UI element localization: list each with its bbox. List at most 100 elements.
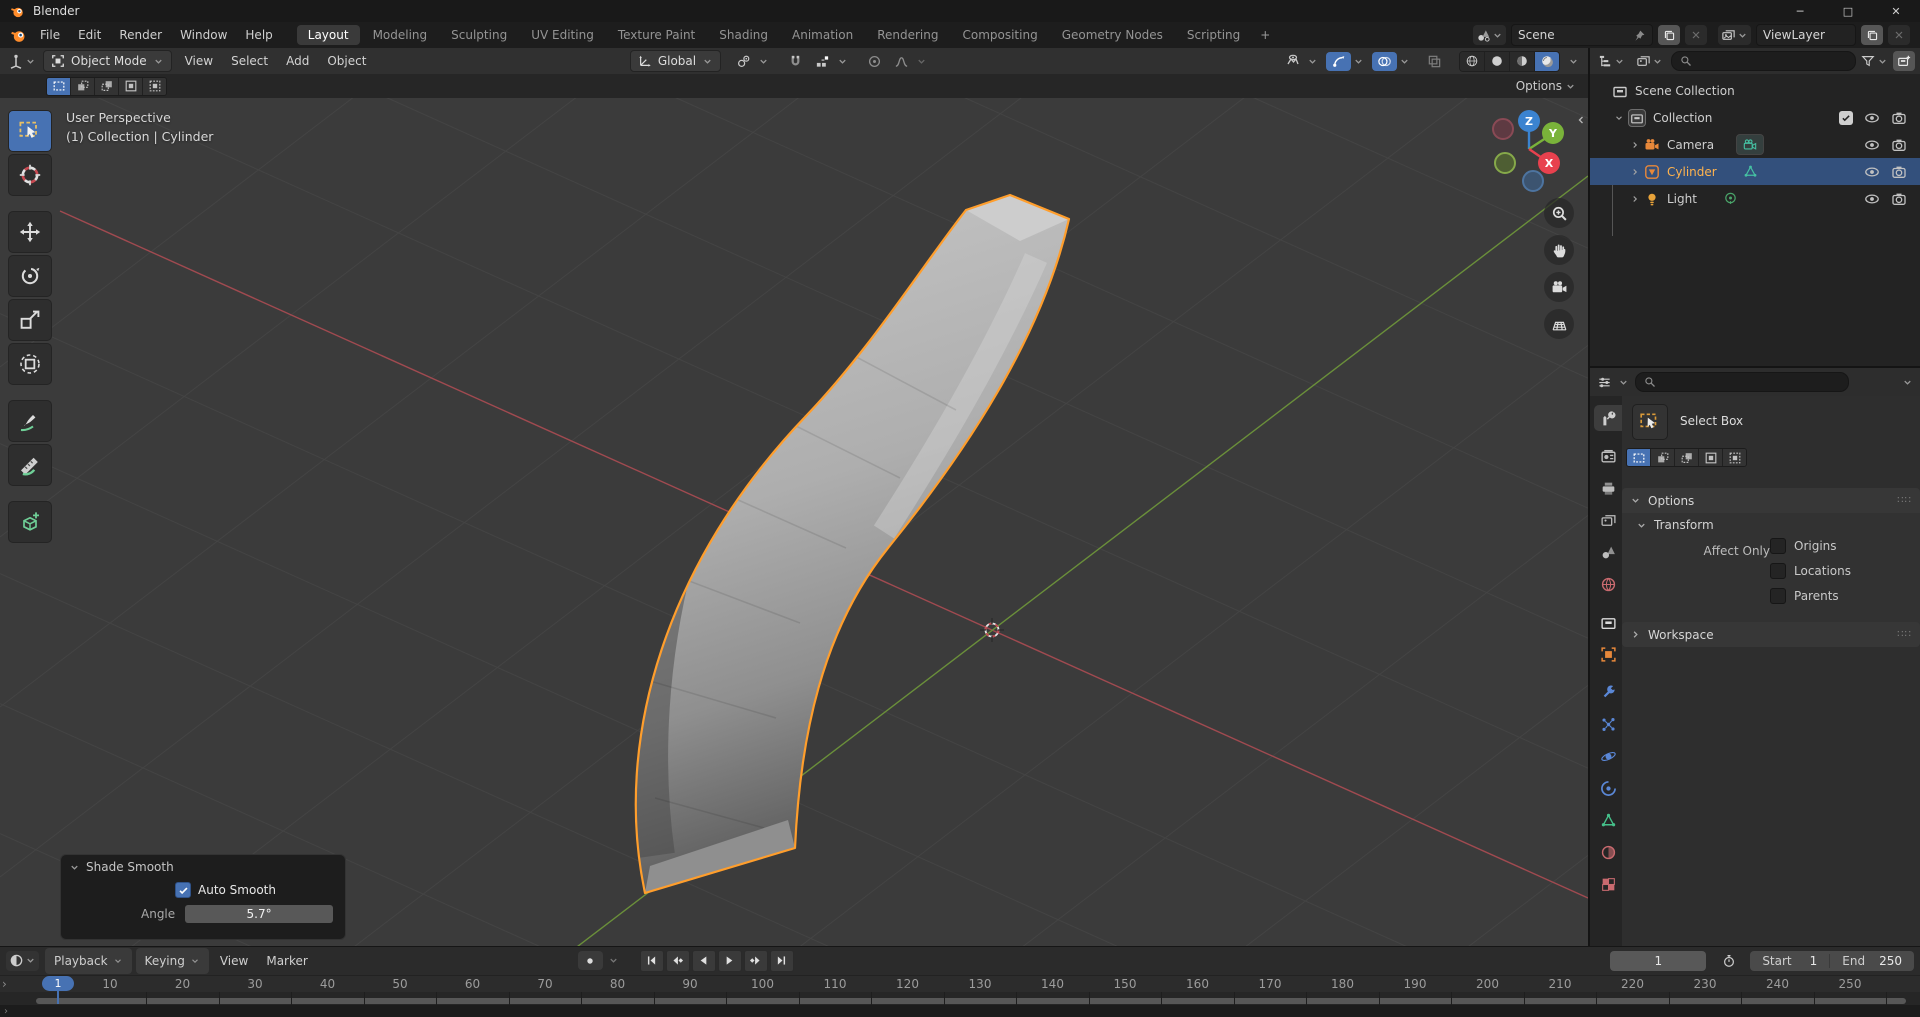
tab-workspace-compositing[interactable]: Compositing xyxy=(951,25,1048,45)
end-frame-field[interactable]: End250 xyxy=(1830,954,1914,968)
preview-range-stopwatch-icon[interactable] xyxy=(1716,951,1741,970)
jump-to-next-keyframe-button[interactable] xyxy=(744,950,768,972)
tab-workspace-sculpting[interactable]: Sculpting xyxy=(440,25,518,45)
tool-move-button[interactable] xyxy=(8,211,52,253)
timeline-scrollbar[interactable] xyxy=(36,998,1906,1004)
chevron-down-icon[interactable] xyxy=(837,56,848,67)
viewport-3d[interactable]: User Perspective (1) Collection | Cylind… xyxy=(0,98,1588,946)
select-mode-subtract-button[interactable] xyxy=(94,78,118,95)
gizmo-axis-neg-y[interactable] xyxy=(1494,152,1516,174)
outliner-row-scene-collection[interactable]: Scene Collection xyxy=(1590,77,1920,104)
gizmos-dropdown[interactable] xyxy=(1326,52,1364,71)
select-mode-subtract-button[interactable] xyxy=(1674,449,1698,466)
viewport-menu-select[interactable]: Select xyxy=(222,54,277,68)
properties-tab-modifiers[interactable] xyxy=(1594,679,1622,705)
new-collection-button[interactable] xyxy=(1893,51,1915,71)
viewport-menu-add[interactable]: Add xyxy=(277,54,318,68)
hide-in-viewport-eye-icon[interactable] xyxy=(1864,110,1880,126)
proportional-editing-icon[interactable] xyxy=(862,52,887,71)
viewlayer-name-field[interactable]: ViewLayer xyxy=(1756,24,1856,46)
options-panel-header[interactable]: Options ∷∷ xyxy=(1622,488,1920,513)
status-expand-chevron-icon[interactable]: › xyxy=(4,1006,8,1017)
hide-in-viewport-eye-icon[interactable] xyxy=(1864,191,1880,207)
expander-right-icon[interactable] xyxy=(1630,167,1644,177)
transform-orientation-dropdown[interactable]: Global xyxy=(630,50,721,72)
properties-tab-physics[interactable] xyxy=(1594,743,1622,769)
pin-icon[interactable] xyxy=(1633,29,1646,42)
nav-toggle-projection-button[interactable] xyxy=(1544,309,1574,339)
expander-down-icon[interactable] xyxy=(1614,113,1628,123)
tool-scale-button[interactable] xyxy=(8,299,52,341)
outliner-row-collection[interactable]: Collection xyxy=(1590,104,1920,131)
menu-file[interactable]: File xyxy=(31,22,69,48)
properties-editor-icon[interactable] xyxy=(1597,375,1612,390)
nav-pan-button[interactable] xyxy=(1544,235,1574,265)
disable-in-renders-camera-icon[interactable] xyxy=(1891,164,1907,180)
pivot-point-dropdown[interactable] xyxy=(731,52,769,71)
gizmo-axis-y[interactable]: Y xyxy=(1542,122,1564,144)
outliner-row-camera[interactable]: Camera xyxy=(1590,131,1920,158)
light-data-icon[interactable] xyxy=(1723,191,1738,206)
snap-target-icon[interactable] xyxy=(810,52,835,71)
menu-render[interactable]: Render xyxy=(110,22,171,48)
gizmo-axis-x[interactable]: X xyxy=(1538,152,1560,174)
viewlayer-browse-button[interactable] xyxy=(1718,25,1751,45)
nav-camera-view-button[interactable] xyxy=(1544,272,1574,302)
menu-window[interactable]: Window xyxy=(171,22,236,48)
mode-dropdown[interactable]: Object Mode xyxy=(43,50,172,72)
select-mode-extend-button[interactable] xyxy=(70,78,94,95)
properties-tab-tool[interactable] xyxy=(1594,405,1622,431)
camera-data-badge[interactable] xyxy=(1736,134,1764,155)
shading-wireframe-button[interactable] xyxy=(1460,52,1484,71)
parents-checkbox[interactable] xyxy=(1770,588,1786,604)
jump-to-start-button[interactable] xyxy=(640,950,664,972)
minimize-button[interactable]: ─ xyxy=(1776,0,1824,22)
outliner-search-input[interactable] xyxy=(1671,51,1856,71)
outliner-filter-type-button[interactable] xyxy=(1633,51,1666,71)
play-reverse-button[interactable] xyxy=(692,950,716,972)
properties-tab-object[interactable] xyxy=(1594,641,1622,667)
chevron-down-icon[interactable] xyxy=(1902,377,1913,388)
properties-tab-material[interactable] xyxy=(1594,839,1622,865)
timeline-menu-keying[interactable]: Keying xyxy=(136,948,209,974)
chevron-down-icon[interactable] xyxy=(1618,377,1629,388)
properties-tab-constraints[interactable] xyxy=(1594,775,1622,801)
properties-tab-texture[interactable] xyxy=(1594,871,1622,897)
origins-checkbox[interactable] xyxy=(1770,538,1786,554)
tab-workspace-uv-editing[interactable]: UV Editing xyxy=(520,25,605,45)
jump-to-end-button[interactable] xyxy=(770,950,794,972)
properties-tab-scene[interactable] xyxy=(1594,539,1622,565)
start-frame-field[interactable]: Start1 xyxy=(1750,954,1830,968)
maximize-button[interactable]: □ xyxy=(1824,0,1872,22)
gizmo-axis-neg-x[interactable] xyxy=(1492,118,1514,140)
sidebar-collapse-chevron-icon[interactable] xyxy=(1575,114,1587,129)
gizmo-axis-z[interactable]: Z xyxy=(1518,110,1540,132)
delete-viewlayer-button[interactable] xyxy=(1888,25,1910,45)
tab-workspace-texture-paint[interactable]: Texture Paint xyxy=(607,25,706,45)
cylinder-object[interactable] xyxy=(636,195,1069,893)
select-mode-new-button[interactable] xyxy=(1627,449,1650,466)
timeline-expand-chevron-icon[interactable]: › xyxy=(2,977,7,991)
properties-tab-particles[interactable] xyxy=(1594,711,1622,737)
tab-workspace-modeling[interactable]: Modeling xyxy=(362,25,439,45)
expander-right-icon[interactable] xyxy=(1630,194,1644,204)
new-viewlayer-button[interactable] xyxy=(1861,25,1883,45)
tab-workspace-animation[interactable]: Animation xyxy=(781,25,864,45)
timeline-menu-view[interactable]: View xyxy=(211,948,257,974)
close-button[interactable]: ✕ xyxy=(1872,0,1920,22)
outliner-display-mode-button[interactable] xyxy=(1595,51,1628,71)
select-mode-intersect-button[interactable] xyxy=(1722,449,1746,466)
scene-name-field[interactable]: Scene xyxy=(1511,24,1653,46)
timeline-track[interactable] xyxy=(0,992,1920,1005)
current-frame-marker[interactable]: 1 xyxy=(42,976,74,991)
operator-panel[interactable]: Shade Smooth Auto Smooth Angle 5.7° xyxy=(60,854,346,940)
tool-rotate-button[interactable] xyxy=(8,255,52,297)
shading-solid-button[interactable] xyxy=(1484,52,1509,71)
workspace-panel-header[interactable]: Workspace ∷∷ xyxy=(1622,622,1920,647)
nav-zoom-button[interactable] xyxy=(1544,198,1574,228)
object-visibility-dropdown[interactable] xyxy=(1280,52,1318,71)
gizmo-axis-neg-z[interactable] xyxy=(1522,170,1544,192)
play-button[interactable] xyxy=(718,950,742,972)
outliner-row-cylinder[interactable]: Cylinder xyxy=(1590,158,1920,185)
delete-scene-button[interactable] xyxy=(1685,25,1707,45)
